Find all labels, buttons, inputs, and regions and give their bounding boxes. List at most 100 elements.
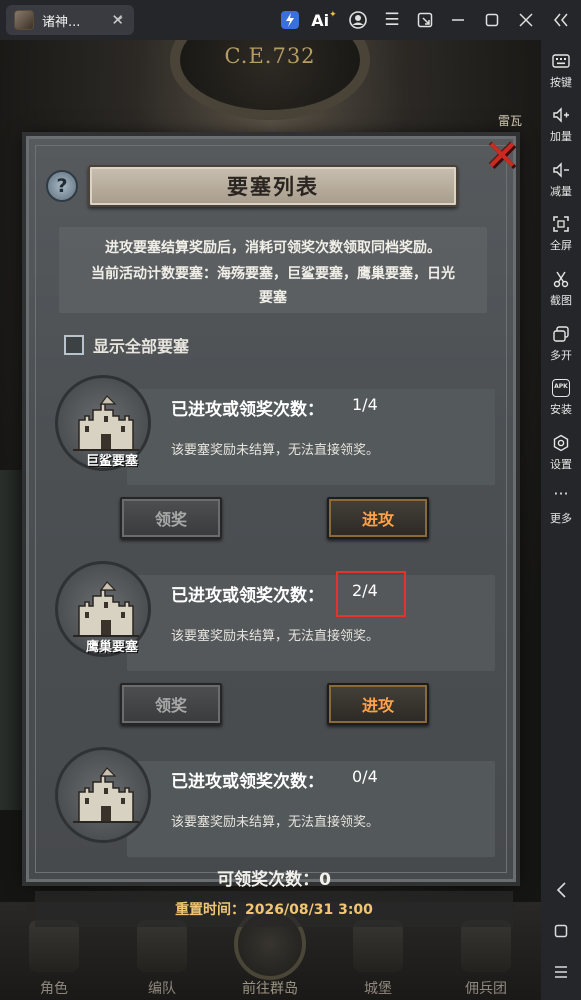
attack-count-label: 已进攻或领奖次数： [171, 586, 324, 606]
fortress-name: 鹰巢要塞 [85, 640, 138, 655]
sidebar-label-screenshot: 截图 [550, 294, 572, 307]
emulator-titlebar: 诸神... ✕ ⌄ Ai ✦ ☰ [0, 0, 581, 40]
sidebar-label-keyboard: 按键 [550, 76, 572, 89]
remaining-claims: 可领奖次数：0 [217, 870, 331, 890]
sidebar-item-install[interactable]: APK 安装 [541, 375, 581, 425]
emulator-sidebar: 按键 加量 减量 全屏 截图 多开 APK 安装 设置 ··· 更多 [541, 40, 581, 1000]
title-plate: 要塞列表 [88, 165, 458, 207]
description-line-1: 进攻要塞结算奖励后，消耗可领奖次数领取同档奖励。 [105, 240, 441, 256]
close-button[interactable]: ✕ [481, 135, 523, 177]
nav-label-character: 角色 [40, 981, 68, 997]
mercenary-icon [461, 920, 511, 972]
castle-icon [353, 920, 403, 972]
screenshot-icon [553, 271, 569, 288]
sidebar-label-multi-instance: 多开 [550, 349, 572, 362]
fortress-list-modal: ✕ ? 要塞列表 进攻要塞结算奖励后，消耗可领奖次数领取同档奖励。 当前活动计数… [26, 135, 520, 927]
sidebar-item-fullscreen[interactable]: 全屏 [541, 211, 581, 261]
bolt-icon[interactable] [278, 8, 302, 32]
fortress-emblem: 鹰巢要塞 [55, 561, 151, 657]
close-icon[interactable] [514, 8, 538, 32]
sidebar-label-volume-down: 减量 [550, 185, 572, 198]
keyboard-icon [552, 54, 570, 68]
character-icon [29, 920, 79, 972]
sidebar-label-settings: 设置 [550, 458, 572, 471]
ai-label: Ai [311, 10, 330, 30]
fortress-list[interactable]: 巨鲨要塞 已进攻或领奖次数： 1/4 该要塞奖励未结算，无法直接领奖。 领奖 进… [49, 375, 499, 861]
home-icon[interactable] [541, 918, 581, 948]
sidebar-item-screenshot[interactable]: 截图 [541, 266, 581, 316]
attack-count-label: 已进攻或领奖次数： [171, 772, 324, 792]
minimize-icon[interactable] [446, 8, 470, 32]
castle-icon [73, 767, 139, 823]
era-label: C.E.732 [224, 44, 316, 68]
fortress-item: 已进攻或领奖次数： 0/4 该要塞奖励未结算，无法直接领奖。 领奖 进攻 [49, 747, 499, 861]
fortress-note: 该要塞奖励未结算，无法直接领奖。 [171, 629, 380, 644]
fortress-name: 巨鲨要塞 [85, 454, 138, 469]
help-icon: ? [56, 175, 68, 197]
castle-icon [73, 581, 139, 637]
fullscreen-icon [553, 216, 569, 232]
sidebar-label-more: 更多 [550, 512, 572, 525]
sidebar-item-more[interactable]: ··· 更多 [541, 484, 581, 534]
sidebar-item-multi-instance[interactable]: 多开 [541, 321, 581, 371]
nav-label-mercenary: 佣兵团 [465, 981, 507, 997]
volume-up-icon [553, 107, 569, 123]
description-box: 进攻要塞结算奖励后，消耗可领奖次数领取同档奖励。 当前活动计数要塞：海殇要塞，巨… [59, 227, 487, 313]
fortress-name [76, 822, 148, 842]
sidebar-item-volume-down[interactable]: 减量 [541, 157, 581, 207]
fortress-item: 巨鲨要塞 已进攻或领奖次数： 1/4 该要塞奖励未结算，无法直接领奖。 领奖 进… [49, 375, 499, 561]
attack-count-value: 1/4 [352, 395, 378, 414]
fortress-emblem: 巨鲨要塞 [55, 375, 151, 471]
attack-count-label: 已进攻或领奖次数： [171, 400, 324, 420]
sidebar-item-settings[interactable]: 设置 [541, 430, 581, 480]
sidebar-label-fullscreen: 全屏 [550, 239, 572, 252]
top-right-label: 雷瓦 [498, 114, 523, 128]
maximize-icon[interactable] [480, 8, 504, 32]
fortress-emblem [55, 747, 151, 843]
app-icon [14, 10, 34, 30]
fortress-note: 该要塞奖励未结算，无法直接领奖。 [171, 815, 380, 830]
description-line-3: 要塞 [259, 290, 287, 306]
background-side-panel [0, 470, 28, 810]
fortress-item: 鹰巢要塞 已进攻或领奖次数： 2/4 该要塞奖励未结算，无法直接领奖。 领奖 进… [49, 561, 499, 747]
screen-switch-icon[interactable] [413, 8, 437, 32]
ai-icon[interactable]: Ai ✦ [311, 8, 337, 32]
nav-label-castle: 城堡 [364, 981, 392, 997]
claim-button[interactable]: 领奖 [120, 683, 222, 725]
back-icon[interactable] [541, 878, 581, 908]
modal-title: 要塞列表 [227, 175, 319, 199]
sidebar-item-keyboard[interactable]: 按键 [541, 48, 581, 98]
multi-instance-icon [553, 326, 569, 342]
recents-icon[interactable] [541, 958, 581, 988]
volume-down-icon [553, 162, 569, 178]
sidebar-label-install: 安装 [550, 403, 572, 416]
sidebar-item-volume-up[interactable]: 加量 [541, 102, 581, 152]
attack-button[interactable]: 进攻 [327, 497, 429, 539]
tab-dropdown-chevron-icon[interactable]: ⌄ [112, 9, 126, 23]
nav-label-formation: 编队 [148, 981, 176, 997]
tab-title: 诸神... [42, 14, 81, 30]
settings-icon [553, 434, 569, 452]
help-button[interactable]: ? [46, 170, 78, 202]
nav-label-islands: 前往群岛 [242, 981, 298, 997]
reset-time-bar: 重置时间：2026/08/31 3:00 [35, 891, 513, 927]
description-line-2: 当前活动计数要塞：海殇要塞，巨鲨要塞，鹰巢要塞，日光 [91, 266, 455, 282]
show-all-toggle[interactable]: 显示全部要塞 [64, 333, 189, 357]
menu-icon[interactable]: ☰ [380, 8, 404, 32]
show-all-label: 显示全部要塞 [93, 337, 190, 356]
claim-button[interactable]: 领奖 [120, 497, 222, 539]
more-icon: ··· [553, 484, 569, 503]
show-all-checkbox[interactable] [64, 335, 84, 355]
fortress-note: 该要塞奖励未结算，无法直接领奖。 [171, 443, 380, 458]
install-apk-icon: APK [552, 379, 570, 397]
attack-button[interactable]: 进攻 [327, 683, 429, 725]
account-icon[interactable] [346, 8, 370, 32]
attack-count-value: 0/4 [352, 767, 378, 786]
game-screen: C.E.732 雷瓦 角色 编队 ︾ 前往群岛 城堡 佣兵团 ✕ [0, 40, 541, 1000]
highlight-box [336, 571, 406, 617]
castle-icon [73, 395, 139, 451]
collapse-icon[interactable] [549, 8, 573, 32]
formation-icon [137, 920, 187, 972]
close-x-icon: ✕ [484, 131, 520, 180]
reset-time: 重置时间：2026/08/31 3:00 [175, 902, 373, 918]
